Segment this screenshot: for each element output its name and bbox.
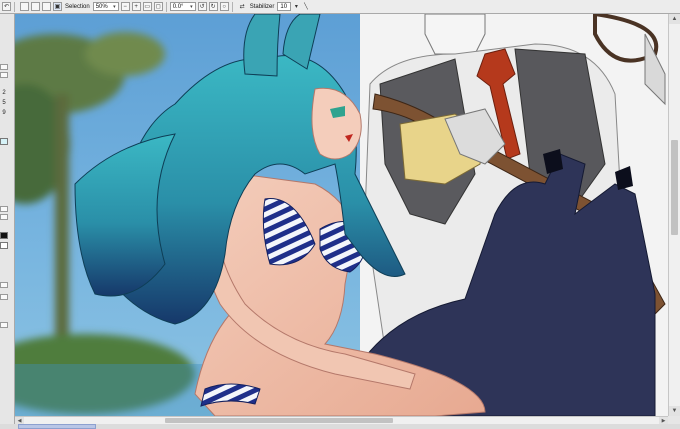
stabilizer-dropdown-icon[interactable]: ▾ <box>293 2 299 11</box>
artwork <box>15 14 668 416</box>
flip-icon[interactable]: ⇄ <box>238 2 247 11</box>
rotate-left-icon[interactable]: ↺ <box>197 2 207 11</box>
zoom-in-icon[interactable]: + <box>131 2 141 11</box>
toolbar-separator <box>165 1 167 12</box>
bunny-ear-left <box>243 14 281 77</box>
panel-button[interactable] <box>0 206 8 212</box>
man-face <box>424 14 486 55</box>
deselect-icon[interactable] <box>31 2 40 11</box>
panel-button[interactable] <box>0 64 8 70</box>
status-bar <box>0 424 680 429</box>
zoom-reset-icon[interactable]: ◻ <box>153 2 163 11</box>
invert-selection-icon[interactable] <box>42 2 51 11</box>
rotation-select[interactable]: 0.0° ▾ <box>169 2 196 11</box>
horizontal-scroll-thumb[interactable] <box>165 418 393 423</box>
stabilizer-label: Stabilizer <box>249 3 275 10</box>
drawing-canvas[interactable] <box>15 14 668 416</box>
selection-label: Selection <box>65 3 90 10</box>
panel-button[interactable] <box>0 322 8 328</box>
scroll-up-icon[interactable]: ▲ <box>669 14 680 24</box>
zoom-select[interactable]: 50% ▾ <box>92 2 119 11</box>
brush-size-number[interactable]: 2 <box>0 90 8 96</box>
selection-mode-icon[interactable]: ▣ <box>53 2 62 11</box>
chevron-down-icon: ▾ <box>113 3 116 10</box>
panel-button[interactable] <box>0 72 8 78</box>
document-tab[interactable] <box>18 424 96 429</box>
toolbar-separator <box>14 1 15 12</box>
scrollbar-corner <box>668 416 680 424</box>
chevron-down-icon: ▾ <box>190 3 193 10</box>
stabilizer-value: 10 <box>280 3 288 10</box>
vertical-scrollbar[interactable]: ▲ ▼ <box>668 14 680 416</box>
reset-rotation-icon[interactable]: ○ <box>219 2 229 11</box>
panel-button[interactable] <box>0 214 8 220</box>
scroll-right-icon[interactable]: ▶ <box>659 417 668 424</box>
select-all-icon[interactable] <box>20 2 29 11</box>
top-toolbar: ↶ ▣ Selection 50% ▾ − + ▭ ◻ 0.0° ▾ ↺ ↻ ○… <box>0 0 680 14</box>
color-swatch[interactable] <box>0 138 8 145</box>
panel-button[interactable] <box>0 294 8 300</box>
brush-size-number[interactable]: 5 <box>0 100 8 106</box>
stabilizer-input[interactable]: 10 <box>277 2 292 11</box>
zoom-out-icon[interactable]: − <box>120 2 130 11</box>
brush-size-number[interactable]: 9 <box>0 110 8 116</box>
foreground-color-swatch[interactable] <box>0 232 8 239</box>
rotation-value: 0.0° <box>172 3 184 10</box>
undo-icon[interactable]: ↶ <box>2 2 11 11</box>
scroll-left-icon[interactable]: ◀ <box>15 417 24 424</box>
background-color-swatch[interactable] <box>0 242 8 249</box>
pen-icon[interactable]: ╲ <box>301 2 310 11</box>
horizontal-scrollbar[interactable]: ◀ ▶ <box>15 416 668 424</box>
panel-button[interactable] <box>0 282 8 288</box>
vertical-scroll-thumb[interactable] <box>671 140 678 235</box>
toolbar-separator <box>231 1 233 12</box>
zoom-fit-icon[interactable]: ▭ <box>142 2 152 11</box>
scroll-down-icon[interactable]: ▼ <box>669 406 680 416</box>
zoom-value: 50% <box>95 3 108 10</box>
left-tool-panel: 2 5 9 <box>0 14 15 429</box>
rotate-right-icon[interactable]: ↻ <box>208 2 218 11</box>
